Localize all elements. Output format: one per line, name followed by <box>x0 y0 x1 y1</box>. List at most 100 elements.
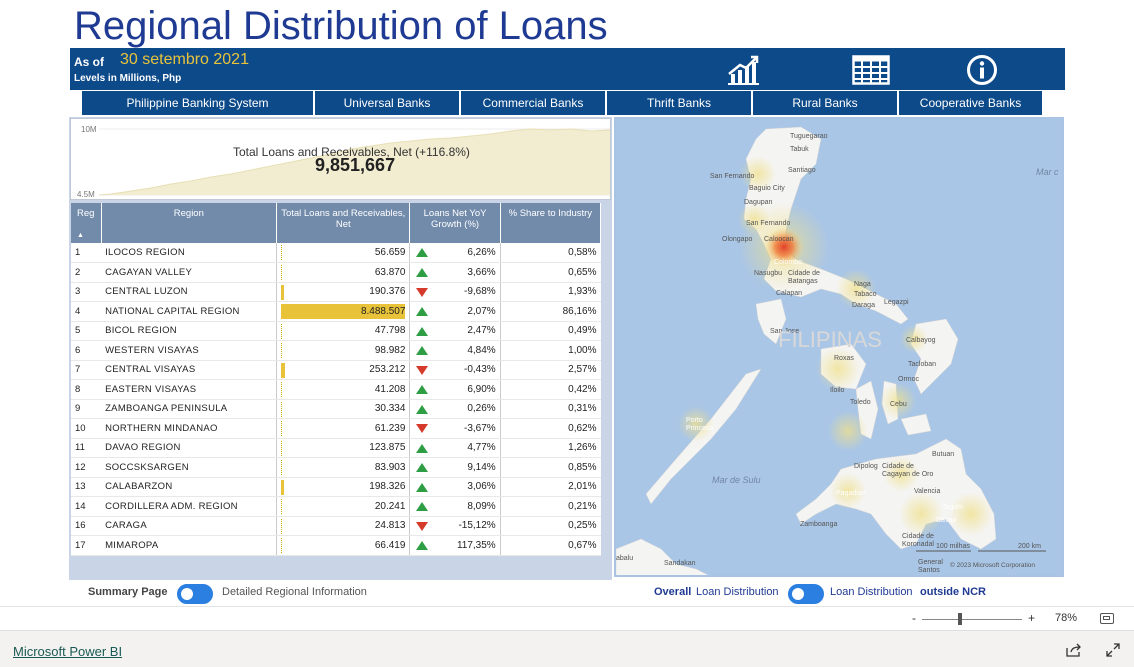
col-header-reg[interactable]: Reg ▲ <box>71 203 102 243</box>
cell-reg: 3 <box>71 282 102 302</box>
growth-up-icon <box>416 502 429 511</box>
summary-page-label: Summary Page <box>88 586 168 598</box>
zoom-out-button[interactable]: - <box>912 611 916 625</box>
tab-commercial-banks[interactable]: Commercial Banks <box>461 91 607 115</box>
cell-growth-value: -15,12% <box>458 520 496 532</box>
cell-growth: 4,77% <box>409 438 501 458</box>
total-bar <box>281 440 283 456</box>
cell-total-value: 66.419 <box>374 539 406 551</box>
cell-growth: 4,84% <box>409 340 501 361</box>
col-header-total-loans[interactable]: Total Loans and Receivables, Net <box>276 203 411 243</box>
cell-share: 0,21% <box>500 496 601 517</box>
table-row[interactable]: 7 CENTRAL VISAYAS 253.212 -0,43% 2,57% <box>71 360 601 380</box>
growth-up-icon <box>416 326 429 336</box>
map-label-philippines-watermark: FILIPINAS <box>778 327 882 352</box>
cell-share: 0,85% <box>500 457 601 478</box>
cell-share: 0,49% <box>500 321 601 341</box>
map-label-pagadian: Pagadian <box>836 490 866 497</box>
col-header-share[interactable]: % Share to Industry <box>500 203 602 243</box>
cell-growth-value: -3,67% <box>464 422 496 434</box>
growth-up-icon <box>416 385 429 394</box>
table-row[interactable]: 9 ZAMBOANGA PENINSULA 30.334 0,26% 0,31% <box>71 399 601 419</box>
cell-growth: -9,68% <box>409 282 501 302</box>
zoom-in-button[interactable]: + <box>1028 611 1035 625</box>
table-row[interactable]: 17 MIMAROPA 66.419 117,35% 0,67% <box>71 535 601 556</box>
col-header-region[interactable]: Region <box>101 203 278 243</box>
fullscreen-icon[interactable] <box>1106 643 1120 657</box>
sea-label-right: Mar c <box>1036 167 1059 177</box>
as-of-label: As of <box>74 55 104 69</box>
growth-down-icon <box>416 424 429 433</box>
table-row[interactable]: 4 NATIONAL CAPITAL REGION 8.488.507 2,07% 86… <box>71 301 601 322</box>
cell-reg: 9 <box>71 399 102 419</box>
cell-share: 2,01% <box>500 477 601 497</box>
table-row[interactable]: 12 SOCCSKSARGEN 83.903 9,14% 0,85% <box>71 457 601 478</box>
cell-growth-value: -9,68% <box>464 286 496 298</box>
cell-total: 30.334 <box>276 399 411 419</box>
table-row[interactable]: 6 WESTERN VISAYAS 98.982 4,84% 1,00% <box>71 340 601 361</box>
table-row[interactable]: 11 DAVAO REGION 123.875 4,77% 1,26% <box>71 438 601 458</box>
table-row[interactable]: 10 NORTHERN MINDANAO 61.239 -3,67% 0,62% <box>71 418 601 439</box>
table-row[interactable]: 2 CAGAYAN VALLEY 63.870 3,66% 0,65% <box>71 262 601 283</box>
tab-thrift-banks[interactable]: Thrift Banks <box>607 91 753 115</box>
map-label-legazpi: Legazpi <box>884 299 909 306</box>
philippines-map[interactable]: Mar c Mar de Sulu Tuguegarao Tabuk Santi… <box>614 117 1064 577</box>
cell-region: EASTERN VISAYAS <box>101 379 278 400</box>
cell-share: 1,93% <box>500 282 601 302</box>
table-grid-icon[interactable] <box>852 54 890 86</box>
map-label-valencia: Valencia <box>914 488 941 495</box>
total-bar <box>281 479 285 495</box>
total-bar <box>281 245 283 260</box>
table-row[interactable]: 16 CARAGA 24.813 -15,12% 0,25% <box>71 516 601 536</box>
tab-rural-banks[interactable]: Rural Banks <box>753 91 899 115</box>
tab-universal-banks[interactable]: Universal Banks <box>315 91 461 115</box>
table-row[interactable]: 8 EASTERN VISAYAS 41.208 6,90% 0,42% <box>71 379 601 400</box>
cell-region: CALABARZON <box>101 477 278 497</box>
report-page: Regional Distribution of Loans As of 30 … <box>0 0 1134 667</box>
share-icon[interactable] <box>1066 643 1082 657</box>
cell-growth-value: -0,43% <box>464 364 496 376</box>
growth-up-icon <box>416 541 429 550</box>
map-label-nasugbu: Nasugbu <box>754 270 783 277</box>
table-row[interactable]: 3 CENTRAL LUZON 190.376 -9,68% 1,93% <box>71 282 601 302</box>
tab-cooperative-banks[interactable]: Cooperative Banks <box>899 91 1044 115</box>
growth-down-icon <box>416 521 429 531</box>
table-row[interactable]: 5 BICOL REGION 47.798 2,47% 0,49% <box>71 321 601 341</box>
cell-growth-value: 4,77% <box>467 442 496 454</box>
zoom-slider-handle[interactable] <box>958 613 962 625</box>
cell-total: 63.870 <box>276 262 411 283</box>
tab-philippine-banking-system[interactable]: Philippine Banking System <box>82 91 315 115</box>
cell-region: NORTHERN MINDANAO <box>101 418 278 439</box>
cell-total-value: 30.334 <box>374 403 406 415</box>
table-row[interactable]: 13 CALABARZON 198.326 3,06% 2,01% <box>71 477 601 497</box>
cell-total: 24.813 <box>276 516 411 536</box>
sort-ascending-icon[interactable]: ▲ <box>77 232 84 239</box>
levels-note: Levels in Millions, Php <box>74 73 182 84</box>
page-toggle[interactable] <box>177 584 213 604</box>
cell-region: SOCCSKSARGEN <box>101 457 278 478</box>
cell-total-value: 24.813 <box>374 520 406 532</box>
total-loans-sparkline[interactable]: 10M 4.5M Total Loans and Receivables, Ne… <box>70 118 611 200</box>
map-copyright: © 2023 Microsoft Corporation <box>950 562 1035 569</box>
total-bar <box>281 284 285 300</box>
map-label-butuan: Butuan <box>932 451 955 458</box>
map-label-caloocan: Caloocan <box>764 236 794 243</box>
zoom-slider-track[interactable] <box>922 619 1022 620</box>
cell-region: ZAMBOANGA PENINSULA <box>101 399 278 419</box>
growth-up-icon <box>416 443 429 453</box>
table-row[interactable]: 1 ILOCOS REGION 56.659 6,26% 0,58% <box>71 243 601 263</box>
distribution-toggle[interactable] <box>788 584 824 604</box>
powerbi-link[interactable]: Microsoft Power BI <box>13 644 122 659</box>
total-bar <box>281 499 283 514</box>
zoom-bar: - + 78% <box>0 606 1134 630</box>
col-header-growth[interactable]: Loans Net YoY Growth (%) <box>409 203 501 243</box>
cell-total: 56.659 <box>276 243 411 263</box>
total-bar <box>281 421 283 436</box>
table-row[interactable]: 14 CORDILLERA ADM. REGION 20.241 8,09% 0,21% <box>71 496 601 517</box>
total-bar <box>281 538 283 553</box>
info-icon[interactable] <box>966 54 1002 86</box>
growth-up-icon <box>416 346 429 355</box>
map-label-tuguegarao: Tuguegarao <box>790 133 828 140</box>
chart-growth-icon[interactable] <box>726 54 762 86</box>
fit-page-icon[interactable] <box>1100 613 1114 624</box>
